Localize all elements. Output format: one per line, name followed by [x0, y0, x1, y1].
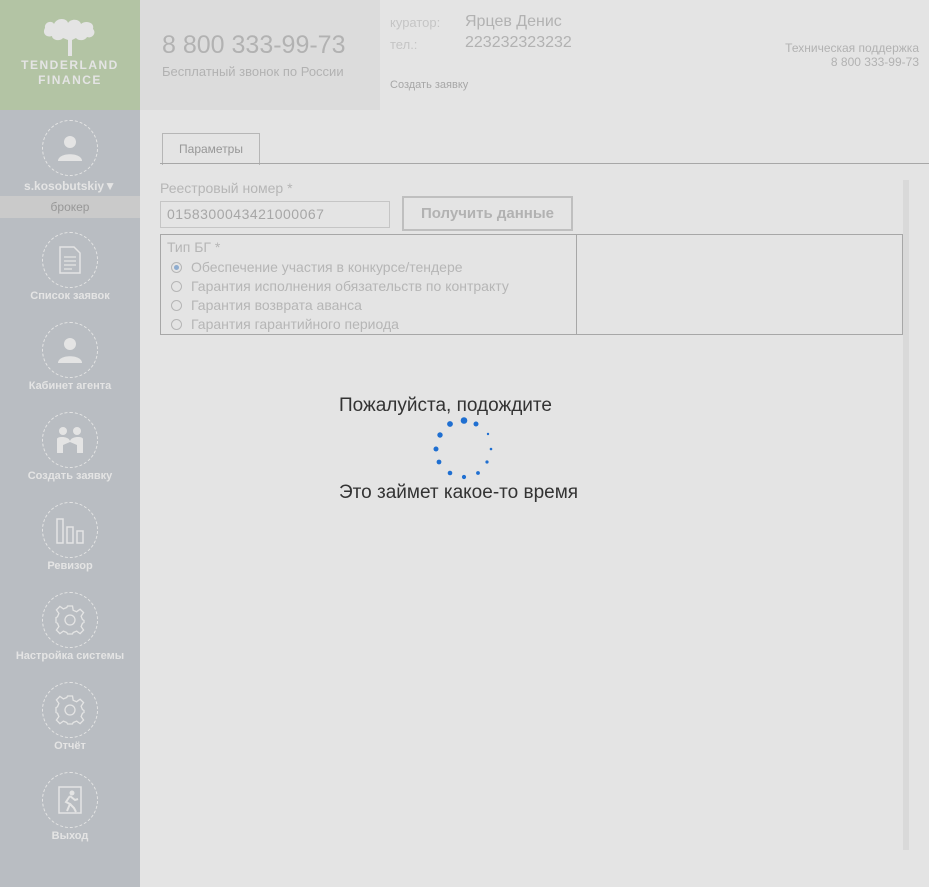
- loading-spinner-icon: [433, 417, 493, 480]
- loading-title: Пожалуйста, подождите: [339, 395, 552, 416]
- loading-subtitle: Это займет какое-то время: [339, 482, 579, 503]
